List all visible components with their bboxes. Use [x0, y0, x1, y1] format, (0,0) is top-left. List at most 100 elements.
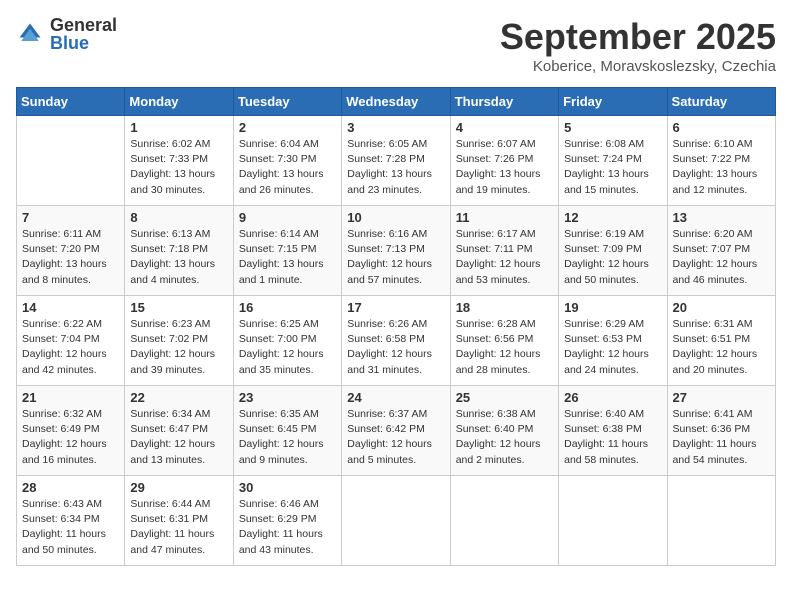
day-info: Sunrise: 6:10 AMSunset: 7:22 PMDaylight:… — [673, 137, 770, 198]
calendar-cell — [17, 116, 125, 206]
day-number: 29 — [130, 480, 227, 495]
day-number: 24 — [347, 390, 444, 405]
day-info: Sunrise: 6:16 AMSunset: 7:13 PMDaylight:… — [347, 227, 444, 288]
day-number: 12 — [564, 210, 661, 225]
calendar-cell — [450, 476, 558, 566]
day-number: 27 — [673, 390, 770, 405]
day-info: Sunrise: 6:17 AMSunset: 7:11 PMDaylight:… — [456, 227, 553, 288]
calendar-cell: 30 Sunrise: 6:46 AMSunset: 6:29 PMDayligh… — [233, 476, 341, 566]
day-number: 26 — [564, 390, 661, 405]
day-info: Sunrise: 6:25 AMSunset: 7:00 PMDaylight:… — [239, 317, 336, 378]
calendar-cell: 12 Sunrise: 6:19 AMSunset: 7:09 PMDayligh… — [559, 206, 667, 296]
day-number: 15 — [130, 300, 227, 315]
weekday-header-monday: Monday — [125, 88, 233, 116]
logo-general-label: General — [50, 16, 117, 34]
day-number: 18 — [456, 300, 553, 315]
day-info: Sunrise: 6:22 AMSunset: 7:04 PMDaylight:… — [22, 317, 119, 378]
calendar-cell: 29Sunrise: 6:44 AMSunset: 6:31 PMDayligh… — [125, 476, 233, 566]
week-row-1: 1 Sunrise: 6:02 AMSunset: 7:33 PMDaylight… — [17, 116, 776, 206]
weekday-header-saturday: Saturday — [667, 88, 775, 116]
calendar-cell: 16 Sunrise: 6:25 AMSunset: 7:00 PMDayligh… — [233, 296, 341, 386]
day-number: 14 — [22, 300, 119, 315]
day-info: Sunrise: 6:13 AMSunset: 7:18 PMDaylight:… — [130, 227, 227, 288]
day-info: Sunrise: 6:20 AMSunset: 7:07 PMDaylight:… — [673, 227, 770, 288]
day-number: 23 — [239, 390, 336, 405]
weekday-header-friday: Friday — [559, 88, 667, 116]
day-number: 28 — [22, 480, 119, 495]
day-info: Sunrise: 6:35 AMSunset: 6:45 PMDaylight:… — [239, 407, 336, 468]
calendar-cell: 6 Sunrise: 6:10 AMSunset: 7:22 PMDaylight… — [667, 116, 775, 206]
calendar-cell: 8 Sunrise: 6:13 AMSunset: 7:18 PMDaylight… — [125, 206, 233, 296]
day-number: 1 — [130, 120, 227, 135]
weekday-header-tuesday: Tuesday — [233, 88, 341, 116]
day-number: 2 — [239, 120, 336, 135]
calendar-cell: 9Sunrise: 6:14 AMSunset: 7:15 PMDaylight… — [233, 206, 341, 296]
day-info: Sunrise: 6:02 AMSunset: 7:33 PMDaylight:… — [130, 137, 227, 198]
logo-icon — [16, 20, 44, 48]
day-number: 19 — [564, 300, 661, 315]
week-row-5: 28 Sunrise: 6:43 AMSunset: 6:34 PMDayligh… — [17, 476, 776, 566]
day-info: Sunrise: 6:34 AMSunset: 6:47 PMDaylight:… — [130, 407, 227, 468]
day-number: 11 — [456, 210, 553, 225]
calendar-cell: 20 Sunrise: 6:31 AMSunset: 6:51 PMDayligh… — [667, 296, 775, 386]
day-info: Sunrise: 6:32 AMSunset: 6:49 PMDaylight:… — [22, 407, 119, 468]
day-info: Sunrise: 6:38 AMSunset: 6:40 PMDaylight:… — [456, 407, 553, 468]
calendar-cell: 23 Sunrise: 6:35 AMSunset: 6:45 PMDayligh… — [233, 386, 341, 476]
day-info: Sunrise: 6:28 AMSunset: 6:56 PMDaylight:… — [456, 317, 553, 378]
day-info: Sunrise: 6:07 AMSunset: 7:26 PMDaylight:… — [456, 137, 553, 198]
day-info: Sunrise: 6:46 AMSunset: 6:29 PMDaylight:… — [239, 497, 336, 558]
calendar-table: SundayMondayTuesdayWednesdayThursdayFrid… — [16, 87, 776, 566]
day-number: 5 — [564, 120, 661, 135]
calendar-cell: 28 Sunrise: 6:43 AMSunset: 6:34 PMDayligh… — [17, 476, 125, 566]
day-info: Sunrise: 6:31 AMSunset: 6:51 PMDaylight:… — [673, 317, 770, 378]
day-number: 25 — [456, 390, 553, 405]
calendar-cell — [559, 476, 667, 566]
calendar-cell — [342, 476, 450, 566]
day-number: 30 — [239, 480, 336, 495]
calendar-cell: 3Sunrise: 6:05 AMSunset: 7:28 PMDaylight… — [342, 116, 450, 206]
calendar-cell: 19 Sunrise: 6:29 AMSunset: 6:53 PMDayligh… — [559, 296, 667, 386]
calendar-cell: 15Sunrise: 6:23 AMSunset: 7:02 PMDayligh… — [125, 296, 233, 386]
page-header: General Blue September 2025 Koberice, Mo… — [16, 16, 776, 75]
day-info: Sunrise: 6:41 AMSunset: 6:36 PMDaylight:… — [673, 407, 770, 468]
day-info: Sunrise: 6:43 AMSunset: 6:34 PMDaylight:… — [22, 497, 119, 558]
day-info: Sunrise: 6:04 AMSunset: 7:30 PMDaylight:… — [239, 137, 336, 198]
calendar-cell: 26Sunrise: 6:40 AMSunset: 6:38 PMDayligh… — [559, 386, 667, 476]
day-number: 17 — [347, 300, 444, 315]
weekday-header-wednesday: Wednesday — [342, 88, 450, 116]
calendar-cell: 22Sunrise: 6:34 AMSunset: 6:47 PMDayligh… — [125, 386, 233, 476]
calendar-cell: 25 Sunrise: 6:38 AMSunset: 6:40 PMDayligh… — [450, 386, 558, 476]
calendar-cell: 18 Sunrise: 6:28 AMSunset: 6:56 PMDayligh… — [450, 296, 558, 386]
week-row-3: 14 Sunrise: 6:22 AMSunset: 7:04 PMDayligh… — [17, 296, 776, 386]
day-number: 7 — [22, 210, 119, 225]
calendar-cell: 4Sunrise: 6:07 AMSunset: 7:26 PMDaylight… — [450, 116, 558, 206]
weekday-header-row: SundayMondayTuesdayWednesdayThursdayFrid… — [17, 88, 776, 116]
calendar-cell: 24Sunrise: 6:37 AMSunset: 6:42 PMDayligh… — [342, 386, 450, 476]
calendar-cell: 17 Sunrise: 6:26 AMSunset: 6:58 PMDayligh… — [342, 296, 450, 386]
day-number: 16 — [239, 300, 336, 315]
logo-text: General Blue — [50, 16, 117, 52]
day-number: 21 — [22, 390, 119, 405]
location-label: Koberice, Moravskoslezsky, Czechia — [500, 58, 776, 75]
calendar-cell: 5 Sunrise: 6:08 AMSunset: 7:24 PMDaylight… — [559, 116, 667, 206]
day-number: 13 — [673, 210, 770, 225]
day-number: 20 — [673, 300, 770, 315]
day-info: Sunrise: 6:14 AMSunset: 7:15 PMDaylight:… — [239, 227, 336, 288]
calendar-cell: 21 Sunrise: 6:32 AMSunset: 6:49 PMDayligh… — [17, 386, 125, 476]
calendar-cell: 2 Sunrise: 6:04 AMSunset: 7:30 PMDaylight… — [233, 116, 341, 206]
day-number: 8 — [130, 210, 227, 225]
calendar-cell: 13 Sunrise: 6:20 AMSunset: 7:07 PMDayligh… — [667, 206, 775, 296]
day-info: Sunrise: 6:05 AMSunset: 7:28 PMDaylight:… — [347, 137, 444, 198]
title-block: September 2025 Koberice, Moravskoslezsky… — [500, 16, 776, 75]
month-title: September 2025 — [500, 16, 776, 58]
calendar-cell: 7Sunrise: 6:11 AMSunset: 7:20 PMDaylight… — [17, 206, 125, 296]
day-info: Sunrise: 6:26 AMSunset: 6:58 PMDaylight:… — [347, 317, 444, 378]
day-info: Sunrise: 6:29 AMSunset: 6:53 PMDaylight:… — [564, 317, 661, 378]
day-number: 6 — [673, 120, 770, 135]
calendar-cell: 14 Sunrise: 6:22 AMSunset: 7:04 PMDayligh… — [17, 296, 125, 386]
day-info: Sunrise: 6:08 AMSunset: 7:24 PMDaylight:… — [564, 137, 661, 198]
calendar-cell: 1 Sunrise: 6:02 AMSunset: 7:33 PMDaylight… — [125, 116, 233, 206]
logo: General Blue — [16, 16, 117, 52]
day-info: Sunrise: 6:19 AMSunset: 7:09 PMDaylight:… — [564, 227, 661, 288]
calendar-cell: 11 Sunrise: 6:17 AMSunset: 7:11 PMDayligh… — [450, 206, 558, 296]
